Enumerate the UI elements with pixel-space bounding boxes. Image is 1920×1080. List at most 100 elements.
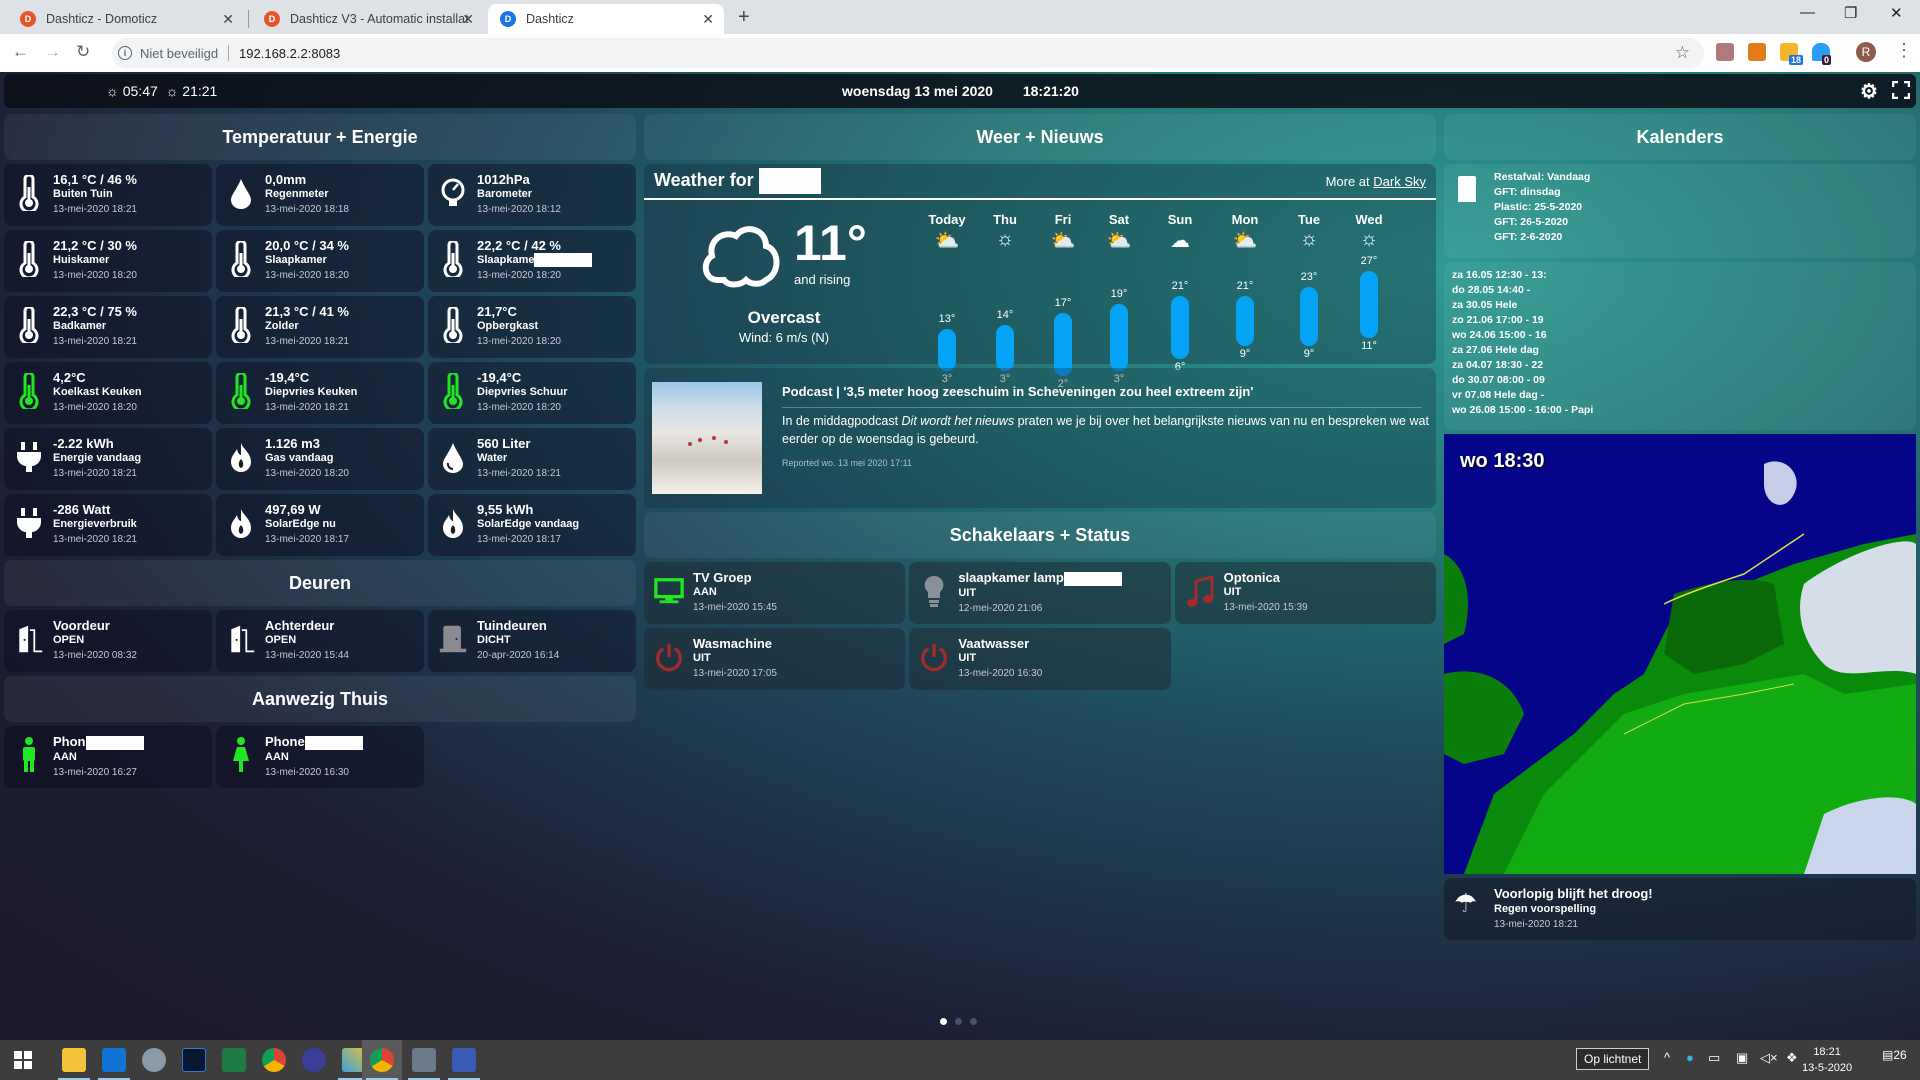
- browser-menu-icon[interactable]: ⋮: [1895, 40, 1913, 61]
- notification-center-icon[interactable]: ▤26: [1882, 1048, 1907, 1062]
- device-tile[interactable]: Tuindeuren DICHT 20-apr-2020 16:14: [428, 610, 636, 672]
- rain-forecast-tile[interactable]: ☂ Voorlopig blijft het droog! Regen voor…: [1444, 878, 1916, 940]
- device-tile[interactable]: 20,0 °C / 34 % Slaapkamer 13-mei-2020 18:2…: [216, 230, 424, 292]
- tile-timestamp: 13-mei-2020 16:27: [53, 766, 137, 778]
- doors-grid: Voordeur OPEN 13-mei-2020 08:32 Achterdeur O…: [4, 610, 636, 672]
- device-tile[interactable]: Vaatwasser UIT 13-mei-2020 16:30: [909, 628, 1171, 690]
- device-tile[interactable]: 1012hPa Barometer 13-mei-2020 18:12: [428, 164, 636, 226]
- rain-radar-map[interactable]: wo 18:30: [1444, 434, 1916, 874]
- tile-value: 22,2 °C / 42 %: [477, 238, 636, 253]
- close-tab-icon[interactable]: ✕: [222, 11, 234, 28]
- minimize-button[interactable]: —: [1800, 4, 1815, 21]
- forecast-day: Tue: [1297, 212, 1321, 227]
- tile-value-text: Voordeur: [53, 618, 110, 633]
- file-explorer-icon[interactable]: [62, 1048, 86, 1072]
- new-tab-button[interactable]: +: [738, 6, 750, 29]
- device-tile[interactable]: Phon AAN 13-mei-2020 16:27: [4, 726, 212, 788]
- network-icon[interactable]: ▣: [1736, 1050, 1748, 1066]
- tile-value: TV Groep: [693, 570, 905, 585]
- tile-timestamp: 13-mei-2020 18:21: [53, 204, 137, 215]
- tile-value: -19,4°C: [477, 370, 636, 385]
- device-tile[interactable]: 560 Liter Water 13-mei-2020 18:21: [428, 428, 636, 490]
- info-icon[interactable]: i: [118, 46, 132, 60]
- device-tile[interactable]: Voordeur OPEN 13-mei-2020 08:32: [4, 610, 212, 672]
- address-bar[interactable]: i Niet beveiligd 192.168.2.2:8083 ☆: [112, 38, 1704, 68]
- system-clock[interactable]: 18:21 13-5-2020: [1802, 1044, 1852, 1076]
- device-tile[interactable]: 22,2 °C / 42 % Slaapkame 13-mei-2020 18:20: [428, 230, 636, 292]
- page-dot-1[interactable]: [940, 1018, 947, 1025]
- rss-reader-extension-icon[interactable]: [1748, 43, 1766, 61]
- tab-dashticz-v3[interactable]: D Dashticz V3 - Automatic installat ✕: [252, 4, 484, 34]
- dropbox-icon[interactable]: ❖: [1786, 1050, 1798, 1066]
- windows-start-icon[interactable]: [14, 1051, 32, 1069]
- device-tile[interactable]: Phone AAN 13-mei-2020 16:30: [216, 726, 424, 788]
- device-tile[interactable]: 22,3 °C / 75 % Badkamer 13-mei-2020 18:21: [4, 296, 212, 358]
- virtualbox-icon[interactable]: [182, 1048, 206, 1072]
- show-hidden-icons-chevron[interactable]: ^: [1664, 1050, 1670, 1065]
- excel-icon[interactable]: [222, 1048, 246, 1072]
- dark-sky-link[interactable]: Dark Sky: [1373, 174, 1426, 189]
- device-tile[interactable]: Wasmachine UIT 13-mei-2020 17:05: [644, 628, 906, 690]
- thumbnail-detail: [688, 442, 692, 446]
- tile-timestamp: 13-mei-2020 16:30: [265, 766, 349, 778]
- close-tab-icon[interactable]: ✕: [462, 11, 474, 28]
- device-tile[interactable]: slaapkamer lamp UIT 12-mei-2020 21:06: [909, 562, 1171, 624]
- chrome-icon[interactable]: [262, 1048, 286, 1072]
- profile-avatar[interactable]: R: [1856, 42, 1876, 62]
- device-tile[interactable]: 21,3 °C / 41 % Zolder 13-mei-2020 18:21: [216, 296, 424, 358]
- page-dot-3[interactable]: [970, 1018, 977, 1025]
- bookmark-star-icon[interactable]: ☆: [1675, 43, 1690, 63]
- device-tile[interactable]: TV Groep AAN 13-mei-2020 15:45: [644, 562, 906, 624]
- close-tab-icon[interactable]: ✕: [702, 11, 714, 28]
- tile-name: Koelkast Keuken: [53, 385, 212, 400]
- device-tile[interactable]: 21,7°C Opbergkast 13-mei-2020 18:20: [428, 296, 636, 358]
- pdf-extension-icon[interactable]: [1716, 43, 1734, 61]
- device-tile[interactable]: 16,1 °C / 46 % Buiten Tuin 13-mei-2020 18:…: [4, 164, 212, 226]
- restore-button[interactable]: ❐: [1844, 4, 1857, 22]
- thermometer-icon: [14, 174, 44, 212]
- tab-title: Dashticz: [526, 12, 574, 26]
- device-tile[interactable]: 1.126 m3 Gas vandaag 13-mei-2020 18:20: [216, 428, 424, 490]
- outlook-icon[interactable]: [102, 1048, 126, 1072]
- news-item[interactable]: Podcast | '3,5 meter hoog zeeschuim in S…: [644, 368, 1436, 508]
- tab-dashticz[interactable]: D Dashticz ✕: [488, 4, 724, 34]
- forward-button[interactable]: →: [44, 42, 61, 62]
- tile-value-text: 21,7°C: [477, 304, 517, 319]
- tab-dashticz-domoticz[interactable]: D Dashticz - Domoticz ✕: [8, 4, 244, 34]
- tile-name-text: AAN: [53, 750, 77, 763]
- waste-list: Restafval: Vandaag GFT: dinsdag Plastic: 2…: [1494, 170, 1916, 245]
- fullscreen-icon[interactable]: [1892, 81, 1910, 99]
- device-tile[interactable]: 4,2°C Koelkast Keuken 13-mei-2020 18:20: [4, 362, 212, 424]
- reload-button[interactable]: ↻: [76, 42, 90, 62]
- back-button[interactable]: ←: [12, 42, 29, 62]
- chrome-active-icon[interactable]: [370, 1048, 394, 1072]
- tile-timestamp: 13-mei-2020 18:17: [265, 534, 349, 545]
- device-tile[interactable]: -2.22 kWh Energie vandaag 13-mei-2020 18:2…: [4, 428, 212, 490]
- device-tile[interactable]: -286 Watt Energieverbruik 13-mei-2020 18:2…: [4, 494, 212, 556]
- column-left: Temperatuur + Energie 16,1 °C / 46 % Buit…: [4, 114, 636, 788]
- p-app-icon[interactable]: [302, 1048, 326, 1072]
- url-text[interactable]: 192.168.2.2:8083: [239, 46, 340, 61]
- device-tile[interactable]: 497,69 W SolarEdge nu 13-mei-2020 18:17: [216, 494, 424, 556]
- remote-desktop-icon[interactable]: [452, 1048, 476, 1072]
- tile-timestamp: 13-mei-2020 18:17: [477, 534, 561, 545]
- forecast-high: 17°: [1054, 296, 1072, 309]
- device-tile[interactable]: 9,55 kWh SolarEdge vandaag 13-mei-2020 18:…: [428, 494, 636, 556]
- network-tool-icon[interactable]: [412, 1048, 436, 1072]
- device-tile[interactable]: Achterdeur OPEN 13-mei-2020 15:44: [216, 610, 424, 672]
- close-window-button[interactable]: ✕: [1890, 4, 1903, 22]
- device-tile[interactable]: -19,4°C Diepvries Keuken 13-mei-2020 18:21: [216, 362, 424, 424]
- snipping-tool-icon[interactable]: [142, 1048, 166, 1072]
- current-temperature: 11°: [794, 215, 867, 271]
- page-dot-2[interactable]: [955, 1018, 962, 1025]
- device-tile[interactable]: Optonica UIT 13-mei-2020 15:39: [1174, 562, 1436, 624]
- battery-power-icon[interactable]: ▭: [1708, 1050, 1720, 1066]
- device-tile[interactable]: -19,4°C Diepvries Schuur 13-mei-2020 18:20: [428, 362, 636, 424]
- device-tile[interactable]: 0,0mm Regenmeter 13-mei-2020 18:18: [216, 164, 424, 226]
- plug-icon: [14, 438, 44, 476]
- eset-tray-icon[interactable]: ●: [1686, 1050, 1694, 1065]
- volume-muted-icon[interactable]: ◁×: [1760, 1050, 1778, 1066]
- settings-gear-icon[interactable]: ⚙: [1860, 79, 1878, 104]
- page-indicator: [940, 1018, 977, 1025]
- device-tile[interactable]: 21,2 °C / 30 % Huiskamer 13-mei-2020 18:20: [4, 230, 212, 292]
